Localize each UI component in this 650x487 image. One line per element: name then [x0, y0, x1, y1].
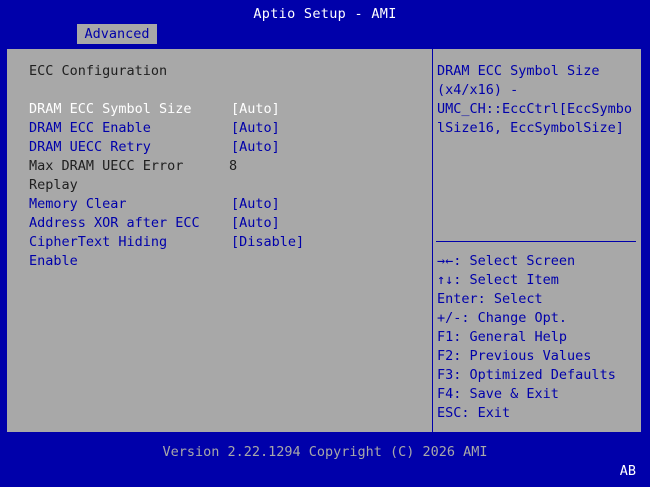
value-address-xor-after-ecc[interactable]: [Auto]	[231, 214, 280, 233]
footer-bar: Version 2.22.1294 Copyright (C) 2026 AMI…	[0, 443, 650, 487]
value-dram-ecc-symbol-size[interactable]: [Auto]	[231, 100, 280, 119]
key-legend-item: +/-: Change Opt.	[437, 310, 568, 326]
help-text-line: (x4/x16) -	[437, 82, 519, 98]
value-max-dram-uecc-error: 8	[229, 158, 238, 174]
title-bar: Aptio Setup - AMI Advanced	[0, 0, 650, 44]
help-text-line: lSize16, EccSymbolSize]	[437, 120, 624, 136]
setting-dram-ecc-enable[interactable]: DRAM ECC Enable	[29, 119, 151, 138]
value-dram-ecc-enable[interactable]: [Auto]	[231, 119, 280, 138]
setting-max-dram-uecc-error: Max DRAM UECC Error	[29, 158, 184, 174]
section-title: ECC Configuration	[29, 63, 168, 79]
setting-dram-ecc-symbol-size[interactable]: DRAM ECC Symbol Size	[29, 100, 192, 119]
key-legend-item: ESC: Exit	[437, 405, 511, 421]
arrows-up-down-icon: ↑↓	[437, 272, 454, 288]
key-legend-item: F2: Previous Values	[437, 348, 592, 364]
key-legend-item: →←: Select Screen	[437, 253, 576, 269]
key-legend-item: F4: Save & Exit	[437, 386, 559, 402]
help-divider	[436, 241, 636, 242]
panel-divider	[432, 48, 433, 433]
setting-dram-uecc-retry[interactable]: DRAM UECC Retry	[29, 138, 151, 157]
setting-address-xor-after-ecc[interactable]: Address XOR after ECC	[29, 214, 200, 233]
arrows-left-right-icon: →←	[437, 253, 454, 269]
value-memory-clear[interactable]: [Auto]	[231, 195, 280, 214]
setting-memory-clear[interactable]: Memory Clear	[29, 195, 127, 214]
tab-advanced[interactable]: Advanced	[77, 24, 157, 44]
status-badge: AB	[619, 463, 636, 479]
value-ciphertext-hiding[interactable]: [Disable]	[231, 233, 304, 252]
version-text: Version 2.22.1294 Copyright (C) 2026 AMI	[162, 444, 488, 460]
key-legend-item: ↑↓: Select Item	[437, 272, 559, 288]
setting-ciphertext-hiding[interactable]: CipherText Hiding	[29, 233, 167, 252]
setting-ciphertext-hiding-line2[interactable]: Enable	[29, 252, 78, 271]
value-dram-uecc-retry[interactable]: [Auto]	[231, 138, 280, 157]
app-title: Aptio Setup - AMI	[253, 6, 397, 22]
key-legend-item: F1: General Help	[437, 329, 568, 345]
help-text-line: UMC_CH::EccCtrl[EccSymbo	[437, 101, 633, 117]
key-legend-item: F3: Optimized Defaults	[437, 367, 616, 383]
setting-max-dram-uecc-error-line2: Replay	[29, 177, 78, 193]
key-legend-item: Enter: Select	[437, 291, 543, 307]
help-text-line: DRAM ECC Symbol Size	[437, 63, 600, 79]
